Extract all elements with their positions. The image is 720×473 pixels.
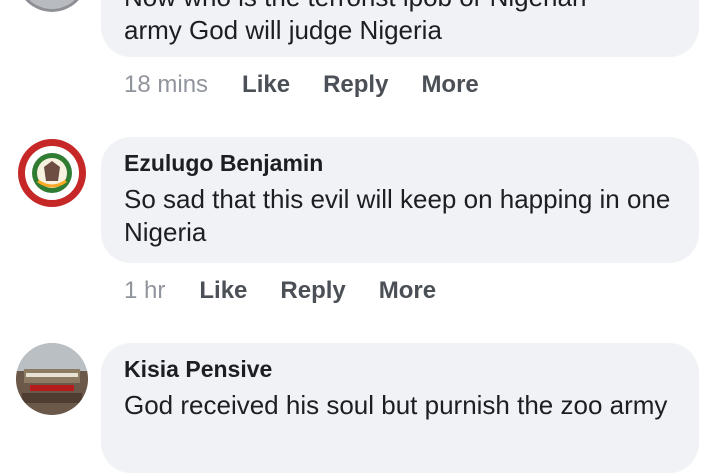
like-button[interactable]: Like [242,71,290,99]
comment-text: Now who is the terrorist ipob or Nigeria… [124,0,586,45]
commenter-name[interactable]: Ezulugo Benjamin [124,149,677,177]
comment-actions: 18 mins Like Reply More [124,69,512,101]
comment-timestamp[interactable]: 18 mins [124,71,208,99]
comment-actions: 1 hr Like Reply More [124,275,469,307]
reply-button[interactable]: Reply [323,71,388,99]
commenter-avatar[interactable] [16,343,88,415]
commenter-avatar[interactable] [16,0,88,12]
comment-timestamp[interactable]: 1 hr [124,277,165,305]
more-button[interactable]: More [379,277,436,305]
comment-bubble: Kisia Pensive God received his soul but … [101,343,699,473]
like-button[interactable]: Like [199,277,247,305]
comment-text: So sad that this evil will keep on happi… [124,184,671,247]
comment-text: God received his soul but purnish the zo… [124,390,668,420]
avatar-photo [16,343,88,415]
comment-bubble: Now who is the terrorist ipob or Nigeria… [101,0,699,57]
more-button[interactable]: More [421,71,478,99]
commenter-avatar[interactable]: BE A LIGHT TO THE WORLD COMMUNITY FORUM [16,137,88,209]
comment-bubble: Ezulugo Benjamin So sad that this evil w… [101,137,699,263]
reply-button[interactable]: Reply [280,277,345,305]
commenter-name[interactable]: Kisia Pensive [124,355,677,383]
community-forum-badge-icon: BE A LIGHT TO THE WORLD COMMUNITY FORUM [16,137,88,209]
avatar-photo [25,0,79,12]
